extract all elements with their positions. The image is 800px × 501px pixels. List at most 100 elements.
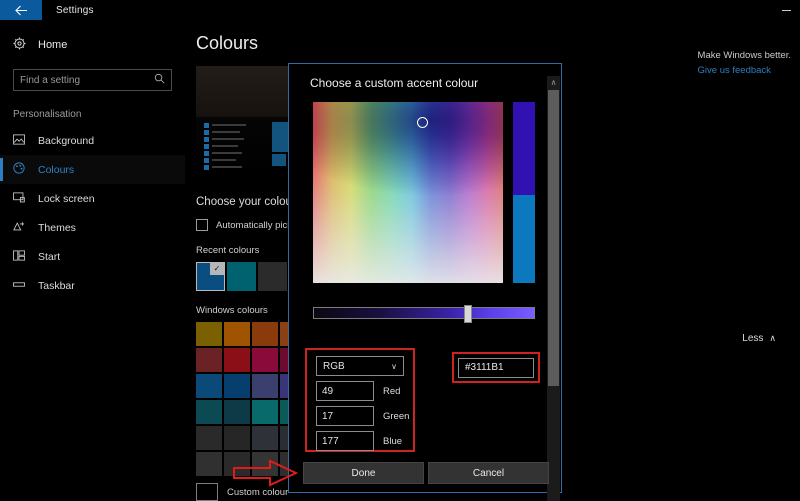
feedback-block: Make Windows better. Give us feedback bbox=[698, 50, 791, 76]
sidebar-item-taskbar[interactable]: Taskbar bbox=[0, 271, 185, 300]
search-input[interactable] bbox=[20, 74, 154, 86]
gear-icon bbox=[13, 37, 31, 53]
windows-colour-swatch[interactable] bbox=[224, 322, 250, 346]
colour-picker bbox=[313, 102, 535, 283]
window-controls bbox=[772, 0, 800, 20]
windows-colour-swatch[interactable] bbox=[224, 400, 250, 424]
windows-colour-swatch[interactable] bbox=[196, 426, 222, 450]
sidebar-section-label: Personalisation bbox=[13, 109, 82, 120]
dialog-footer: Done Cancel bbox=[289, 462, 563, 484]
sidebar-item-start[interactable]: Start bbox=[0, 242, 185, 271]
green-field-row: 17 Green bbox=[316, 406, 413, 426]
sidebar-home-label: Home bbox=[38, 39, 68, 51]
windows-colour-swatch[interactable] bbox=[196, 400, 222, 424]
hex-value: #3111B1 bbox=[465, 362, 504, 373]
give-feedback-link[interactable]: Give us feedback bbox=[698, 65, 791, 76]
green-label: Green bbox=[383, 410, 410, 422]
custom-colour-label: Custom colour bbox=[227, 486, 289, 498]
sidebar: Home Personalisation Background bbox=[0, 20, 185, 501]
sidebar-item-background[interactable]: Background bbox=[0, 126, 185, 155]
back-button[interactable] bbox=[0, 0, 42, 20]
sidebar-item-themes[interactable]: Themes bbox=[0, 213, 185, 242]
search-icon bbox=[154, 73, 165, 87]
scrollbar-thumb[interactable] bbox=[548, 90, 559, 386]
sidebar-item-home[interactable]: Home bbox=[0, 30, 185, 60]
colour-spectrum[interactable] bbox=[313, 102, 503, 283]
windows-colour-swatch[interactable] bbox=[252, 426, 278, 450]
red-arrow-annotation bbox=[233, 459, 298, 487]
recent-colour-swatch[interactable]: ✓ bbox=[196, 262, 225, 291]
red-label: Red bbox=[383, 385, 401, 397]
sidebar-item-label: Taskbar bbox=[38, 279, 75, 292]
done-button[interactable]: Done bbox=[303, 462, 424, 484]
less-toggle[interactable]: Less ∧ bbox=[742, 333, 776, 344]
themes-icon bbox=[13, 221, 30, 235]
minimize-icon bbox=[781, 9, 791, 11]
windows-colour-swatch[interactable] bbox=[196, 374, 222, 398]
recent-colour-swatch[interactable] bbox=[258, 262, 287, 291]
hex-input-group: #3111B1 bbox=[452, 352, 540, 383]
less-label: Less bbox=[742, 333, 764, 344]
colour-mode-value: RGB bbox=[323, 360, 345, 372]
dialog-scrollbar[interactable]: ∧ ∨ bbox=[547, 76, 560, 501]
recent-colour-swatch[interactable] bbox=[227, 262, 256, 291]
image-icon bbox=[13, 133, 30, 148]
brightness-slider-track bbox=[314, 308, 534, 318]
hex-input[interactable]: #3111B1 bbox=[458, 357, 534, 378]
new-colour-preview bbox=[513, 102, 535, 195]
lock-screen-icon bbox=[13, 191, 30, 206]
windows-colour-swatch[interactable] bbox=[224, 348, 250, 372]
windows-colour-swatch[interactable] bbox=[224, 426, 250, 450]
spectrum-shade-layer bbox=[313, 102, 503, 283]
red-value: 49 bbox=[322, 385, 334, 397]
back-arrow-icon bbox=[14, 5, 27, 15]
colour-mode-dropdown[interactable]: RGB ∨ bbox=[316, 356, 404, 376]
green-value: 17 bbox=[322, 410, 334, 422]
windows-colour-swatch[interactable] bbox=[196, 452, 222, 476]
feedback-heading: Make Windows better. bbox=[697, 50, 791, 61]
blue-label: Blue bbox=[383, 435, 403, 447]
check-icon: ✓ bbox=[210, 262, 224, 275]
window-title: Settings bbox=[56, 4, 94, 16]
sidebar-item-label: Start bbox=[38, 250, 61, 263]
chevron-up-icon: ∧ bbox=[769, 333, 776, 343]
sidebar-item-label: Lock screen bbox=[38, 192, 95, 205]
minimize-button[interactable] bbox=[772, 0, 800, 20]
colour-picker-cursor[interactable] bbox=[417, 117, 428, 128]
brightness-slider[interactable] bbox=[313, 305, 535, 323]
windows-colour-swatch[interactable] bbox=[224, 374, 250, 398]
green-input[interactable]: 17 bbox=[316, 406, 374, 426]
red-input[interactable]: 49 bbox=[316, 381, 374, 401]
windows-colour-swatch[interactable] bbox=[196, 348, 222, 372]
palette-icon bbox=[13, 162, 30, 177]
dialog-title: Choose a custom accent colour bbox=[310, 76, 479, 90]
current-colour-preview bbox=[513, 195, 535, 283]
sidebar-item-label: Background bbox=[38, 134, 95, 147]
taskbar-icon bbox=[13, 279, 30, 293]
title-bar: Settings bbox=[0, 0, 800, 20]
colour-preview-strip bbox=[513, 102, 535, 283]
blue-field-row: 177 Blue bbox=[316, 431, 413, 451]
windows-colour-swatch[interactable] bbox=[252, 400, 278, 424]
start-icon bbox=[13, 249, 30, 264]
sidebar-item-label: Colours bbox=[38, 163, 75, 176]
scroll-up-icon[interactable]: ∧ bbox=[551, 76, 557, 89]
windows-colour-swatch[interactable] bbox=[196, 322, 222, 346]
sidebar-item-label: Themes bbox=[38, 221, 76, 234]
cancel-button[interactable]: Cancel bbox=[428, 462, 549, 484]
sidebar-item-lock-screen[interactable]: Lock screen bbox=[0, 184, 185, 213]
sidebar-item-colours[interactable]: Colours bbox=[0, 155, 185, 184]
preview-start-menu bbox=[204, 122, 264, 172]
brightness-slider-thumb[interactable] bbox=[464, 305, 472, 323]
settings-window: Settings Home Find a setting Personalisa… bbox=[0, 0, 800, 501]
chevron-down-icon: ∨ bbox=[391, 361, 397, 371]
windows-colour-swatch[interactable] bbox=[252, 348, 278, 372]
rgb-inputs-group: RGB ∨ 49 Red 17 Green 177 Blue bbox=[305, 348, 415, 452]
blue-input[interactable]: 177 bbox=[316, 431, 374, 451]
red-field-row: 49 Red bbox=[316, 381, 413, 401]
windows-colour-swatch[interactable] bbox=[252, 374, 278, 398]
search-box[interactable] bbox=[13, 69, 172, 91]
blue-value: 177 bbox=[322, 435, 339, 447]
auto-pick-checkbox[interactable] bbox=[196, 219, 208, 231]
windows-colour-swatch[interactable] bbox=[252, 322, 278, 346]
